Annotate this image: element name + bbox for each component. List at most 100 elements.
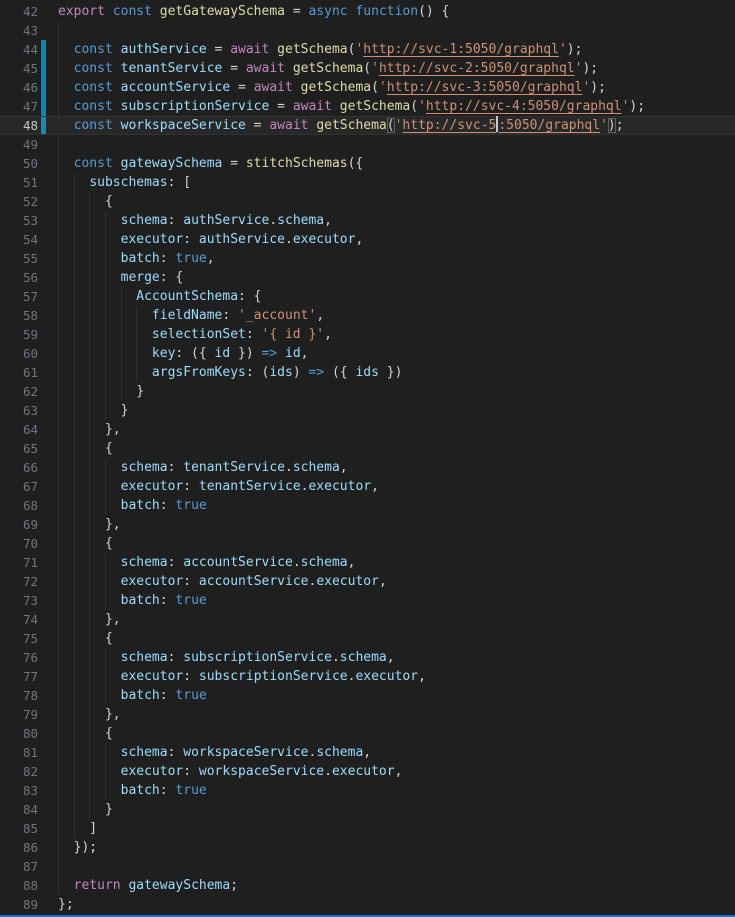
line-number[interactable]: 46 [0, 78, 38, 97]
line-number[interactable]: 79 [0, 705, 38, 724]
line-number[interactable]: 76 [0, 648, 38, 667]
line-number[interactable]: 69 [0, 515, 38, 534]
code-line[interactable]: 49 [0, 135, 735, 154]
line-number[interactable]: 56 [0, 268, 38, 287]
code-line[interactable]: 53 schema: authService.schema, [0, 211, 735, 230]
code-line[interactable]: 65 { [0, 439, 735, 458]
code-line[interactable]: 67 executor: tenantService.executor, [0, 477, 735, 496]
code-line[interactable]: 63 } [0, 401, 735, 420]
code-line[interactable]: 83 batch: true [0, 781, 735, 800]
line-number[interactable]: 57 [0, 287, 38, 306]
code-line[interactable]: 62 } [0, 382, 735, 401]
line-number[interactable]: 42 [0, 2, 38, 21]
code-line[interactable]: 80 { [0, 724, 735, 743]
code-line[interactable]: 52 { [0, 192, 735, 211]
code-line[interactable]: 87 [0, 857, 735, 876]
line-number[interactable]: 62 [0, 382, 38, 401]
line-number[interactable]: 63 [0, 401, 38, 420]
line-number[interactable]: 78 [0, 686, 38, 705]
line-number[interactable]: 65 [0, 439, 38, 458]
code-line[interactable]: 45 const tenantService = await getSchema… [0, 59, 735, 78]
line-number[interactable]: 64 [0, 420, 38, 439]
line-number[interactable]: 59 [0, 325, 38, 344]
line-number[interactable]: 82 [0, 762, 38, 781]
code-line[interactable]: 48 const workspaceService = await getSch… [0, 116, 735, 135]
code-line[interactable]: 51 subschemas: [ [0, 173, 735, 192]
code-line[interactable]: 79 }, [0, 705, 735, 724]
code-line[interactable]: 76 schema: subscriptionService.schema, [0, 648, 735, 667]
code-line[interactable]: 46 const accountService = await getSchem… [0, 78, 735, 97]
code-token: : [183, 479, 199, 494]
line-number[interactable]: 68 [0, 496, 38, 515]
code-editor[interactable]: 42export const getGatewaySchema = async … [0, 0, 735, 914]
line-number[interactable]: 50 [0, 154, 38, 173]
code-line[interactable]: 47 const subscriptionService = await get… [0, 97, 735, 116]
line-number[interactable]: 49 [0, 135, 38, 154]
line-number[interactable]: 72 [0, 572, 38, 591]
code-line[interactable]: 74 }, [0, 610, 735, 629]
line-number[interactable]: 43 [0, 21, 38, 40]
line-number[interactable]: 44 [0, 40, 38, 59]
code-line[interactable]: 60 key: ({ id }) => id, [0, 344, 735, 363]
line-number[interactable]: 52 [0, 192, 38, 211]
line-number[interactable]: 51 [0, 173, 38, 192]
code-line[interactable]: 77 executor: subscriptionService.executo… [0, 667, 735, 686]
code-line[interactable]: 71 schema: accountService.schema, [0, 553, 735, 572]
line-number[interactable]: 77 [0, 667, 38, 686]
line-number[interactable]: 83 [0, 781, 38, 800]
code-line[interactable]: 42export const getGatewaySchema = async … [0, 2, 735, 21]
code-line[interactable]: 44 const authService = await getSchema('… [0, 40, 735, 59]
code-line[interactable]: 64 }, [0, 420, 735, 439]
code-line[interactable]: 55 batch: true, [0, 249, 735, 268]
code-line[interactable]: 86 }); [0, 838, 735, 857]
line-number[interactable]: 85 [0, 819, 38, 838]
line-number[interactable]: 74 [0, 610, 38, 629]
line-number[interactable]: 70 [0, 534, 38, 553]
code-line[interactable]: 85 ] [0, 819, 735, 838]
code-line[interactable]: 57 AccountSchema: { [0, 287, 735, 306]
line-number[interactable]: 89 [0, 895, 38, 914]
line-number[interactable]: 66 [0, 458, 38, 477]
line-number[interactable]: 48 [0, 116, 38, 135]
code-line[interactable]: 81 schema: workspaceService.schema, [0, 743, 735, 762]
line-number[interactable]: 73 [0, 591, 38, 610]
code-line[interactable]: 72 executor: accountService.executor, [0, 572, 735, 591]
line-number[interactable]: 88 [0, 876, 38, 895]
line-number[interactable]: 67 [0, 477, 38, 496]
code-line[interactable]: 68 batch: true [0, 496, 735, 515]
line-number[interactable]: 81 [0, 743, 38, 762]
code-line[interactable]: 73 batch: true [0, 591, 735, 610]
line-number[interactable]: 54 [0, 230, 38, 249]
code-line[interactable]: 78 batch: true [0, 686, 735, 705]
code-line[interactable]: 59 selectionSet: '{ id }', [0, 325, 735, 344]
line-number[interactable]: 71 [0, 553, 38, 572]
line-number[interactable]: 55 [0, 249, 38, 268]
code-line[interactable]: 88 return gatewaySchema; [0, 876, 735, 895]
line-number[interactable]: 86 [0, 838, 38, 857]
line-number[interactable]: 45 [0, 59, 38, 78]
line-number[interactable]: 58 [0, 306, 38, 325]
code-line[interactable]: 43 [0, 21, 735, 40]
code-line[interactable]: 54 executor: authService.executor, [0, 230, 735, 249]
code-line[interactable]: 50 const gatewaySchema = stitchSchemas({ [0, 154, 735, 173]
code-line[interactable]: 61 argsFromKeys: (ids) => ({ ids }) [0, 363, 735, 382]
line-number[interactable]: 84 [0, 800, 38, 819]
code-line[interactable]: 89}; [0, 895, 735, 914]
line-number[interactable]: 47 [0, 97, 38, 116]
line-number[interactable]: 80 [0, 724, 38, 743]
code-line[interactable]: 56 merge: { [0, 268, 735, 287]
code-line[interactable]: 58 fieldName: '_account', [0, 306, 735, 325]
modified-indicator [41, 705, 46, 724]
line-number[interactable]: 61 [0, 363, 38, 382]
code-line[interactable]: 70 { [0, 534, 735, 553]
code-line[interactable]: 84 } [0, 800, 735, 819]
code-line[interactable]: 75 { [0, 629, 735, 648]
line-number[interactable]: 60 [0, 344, 38, 363]
line-number[interactable]: 87 [0, 857, 38, 876]
code-line[interactable]: 66 schema: tenantService.schema, [0, 458, 735, 477]
code-line[interactable]: 82 executor: workspaceService.executor, [0, 762, 735, 781]
line-number[interactable]: 75 [0, 629, 38, 648]
modified-indicator [41, 553, 46, 572]
code-line[interactable]: 69 }, [0, 515, 735, 534]
line-number[interactable]: 53 [0, 211, 38, 230]
